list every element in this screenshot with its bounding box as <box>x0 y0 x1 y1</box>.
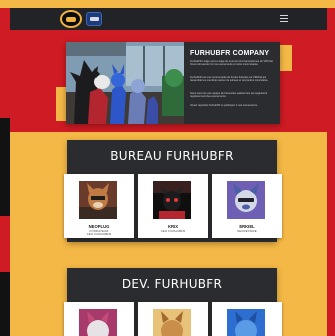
bureau-section: BUREAU FURHUBFR NEOPLUG FONDATEUR CEO FU… <box>64 140 282 242</box>
section-title: DEV. FURHUBFR <box>121 277 223 291</box>
member-card[interactable]: KRIX CEO FURHUBFR <box>138 174 208 238</box>
top-navbar <box>10 8 327 30</box>
member-card[interactable] <box>138 302 208 336</box>
member-card[interactable]: ERKIEL SECRETAIRE <box>212 174 282 238</box>
member-avatar <box>153 181 191 219</box>
member-role: CEO FURHUBFR <box>160 229 186 233</box>
hero-paragraph: FurhubFR est une communaute de furries f… <box>190 76 269 83</box>
hero-title: FURHUBFR COMPANY <box>190 50 270 57</box>
member-card[interactable] <box>212 302 282 336</box>
hero-image <box>66 42 184 124</box>
member-card[interactable]: NEOPLUG FONDATEUR CEO FURHUBFR <box>64 174 134 238</box>
hero-paragraph: Nous sommes une equipe de benevoles pass… <box>190 92 268 99</box>
hero-section: FURHUBFR COMPANY FurhubFR Lodge est la L… <box>10 30 327 132</box>
hero-scene-illustration <box>66 42 184 124</box>
member-card[interactable] <box>64 302 134 336</box>
member-avatar <box>153 309 191 336</box>
member-role: FONDATEUR CEO FURHUBFR <box>86 229 112 237</box>
hero-paragraph: FurhubFR Lodge est la Lodge de tous les … <box>190 60 274 67</box>
member-role: SECRETAIRE <box>237 229 257 233</box>
top-frame-strip <box>0 0 335 8</box>
hero-card: FURHUBFR COMPANY FurhubFR Lodge est la L… <box>66 42 280 124</box>
hero-accent-right <box>278 45 292 71</box>
hero-paragraph: Venez rejoindre FurhubFR et participez a… <box>190 104 258 107</box>
partner-logo[interactable] <box>86 12 102 26</box>
member-avatar <box>227 309 265 336</box>
member-avatar <box>227 181 265 219</box>
dev-section: DEV. FURHUBFR <box>64 268 282 336</box>
hamburger-menu-icon[interactable] <box>280 15 288 22</box>
member-avatar <box>79 309 117 336</box>
member-avatar <box>79 181 117 219</box>
furhubfr-logo[interactable] <box>60 10 82 28</box>
section-title: BUREAU FURHUBFR <box>110 149 234 163</box>
website-page: FURHUBFR COMPANY FurhubFR Lodge est la L… <box>10 8 327 336</box>
